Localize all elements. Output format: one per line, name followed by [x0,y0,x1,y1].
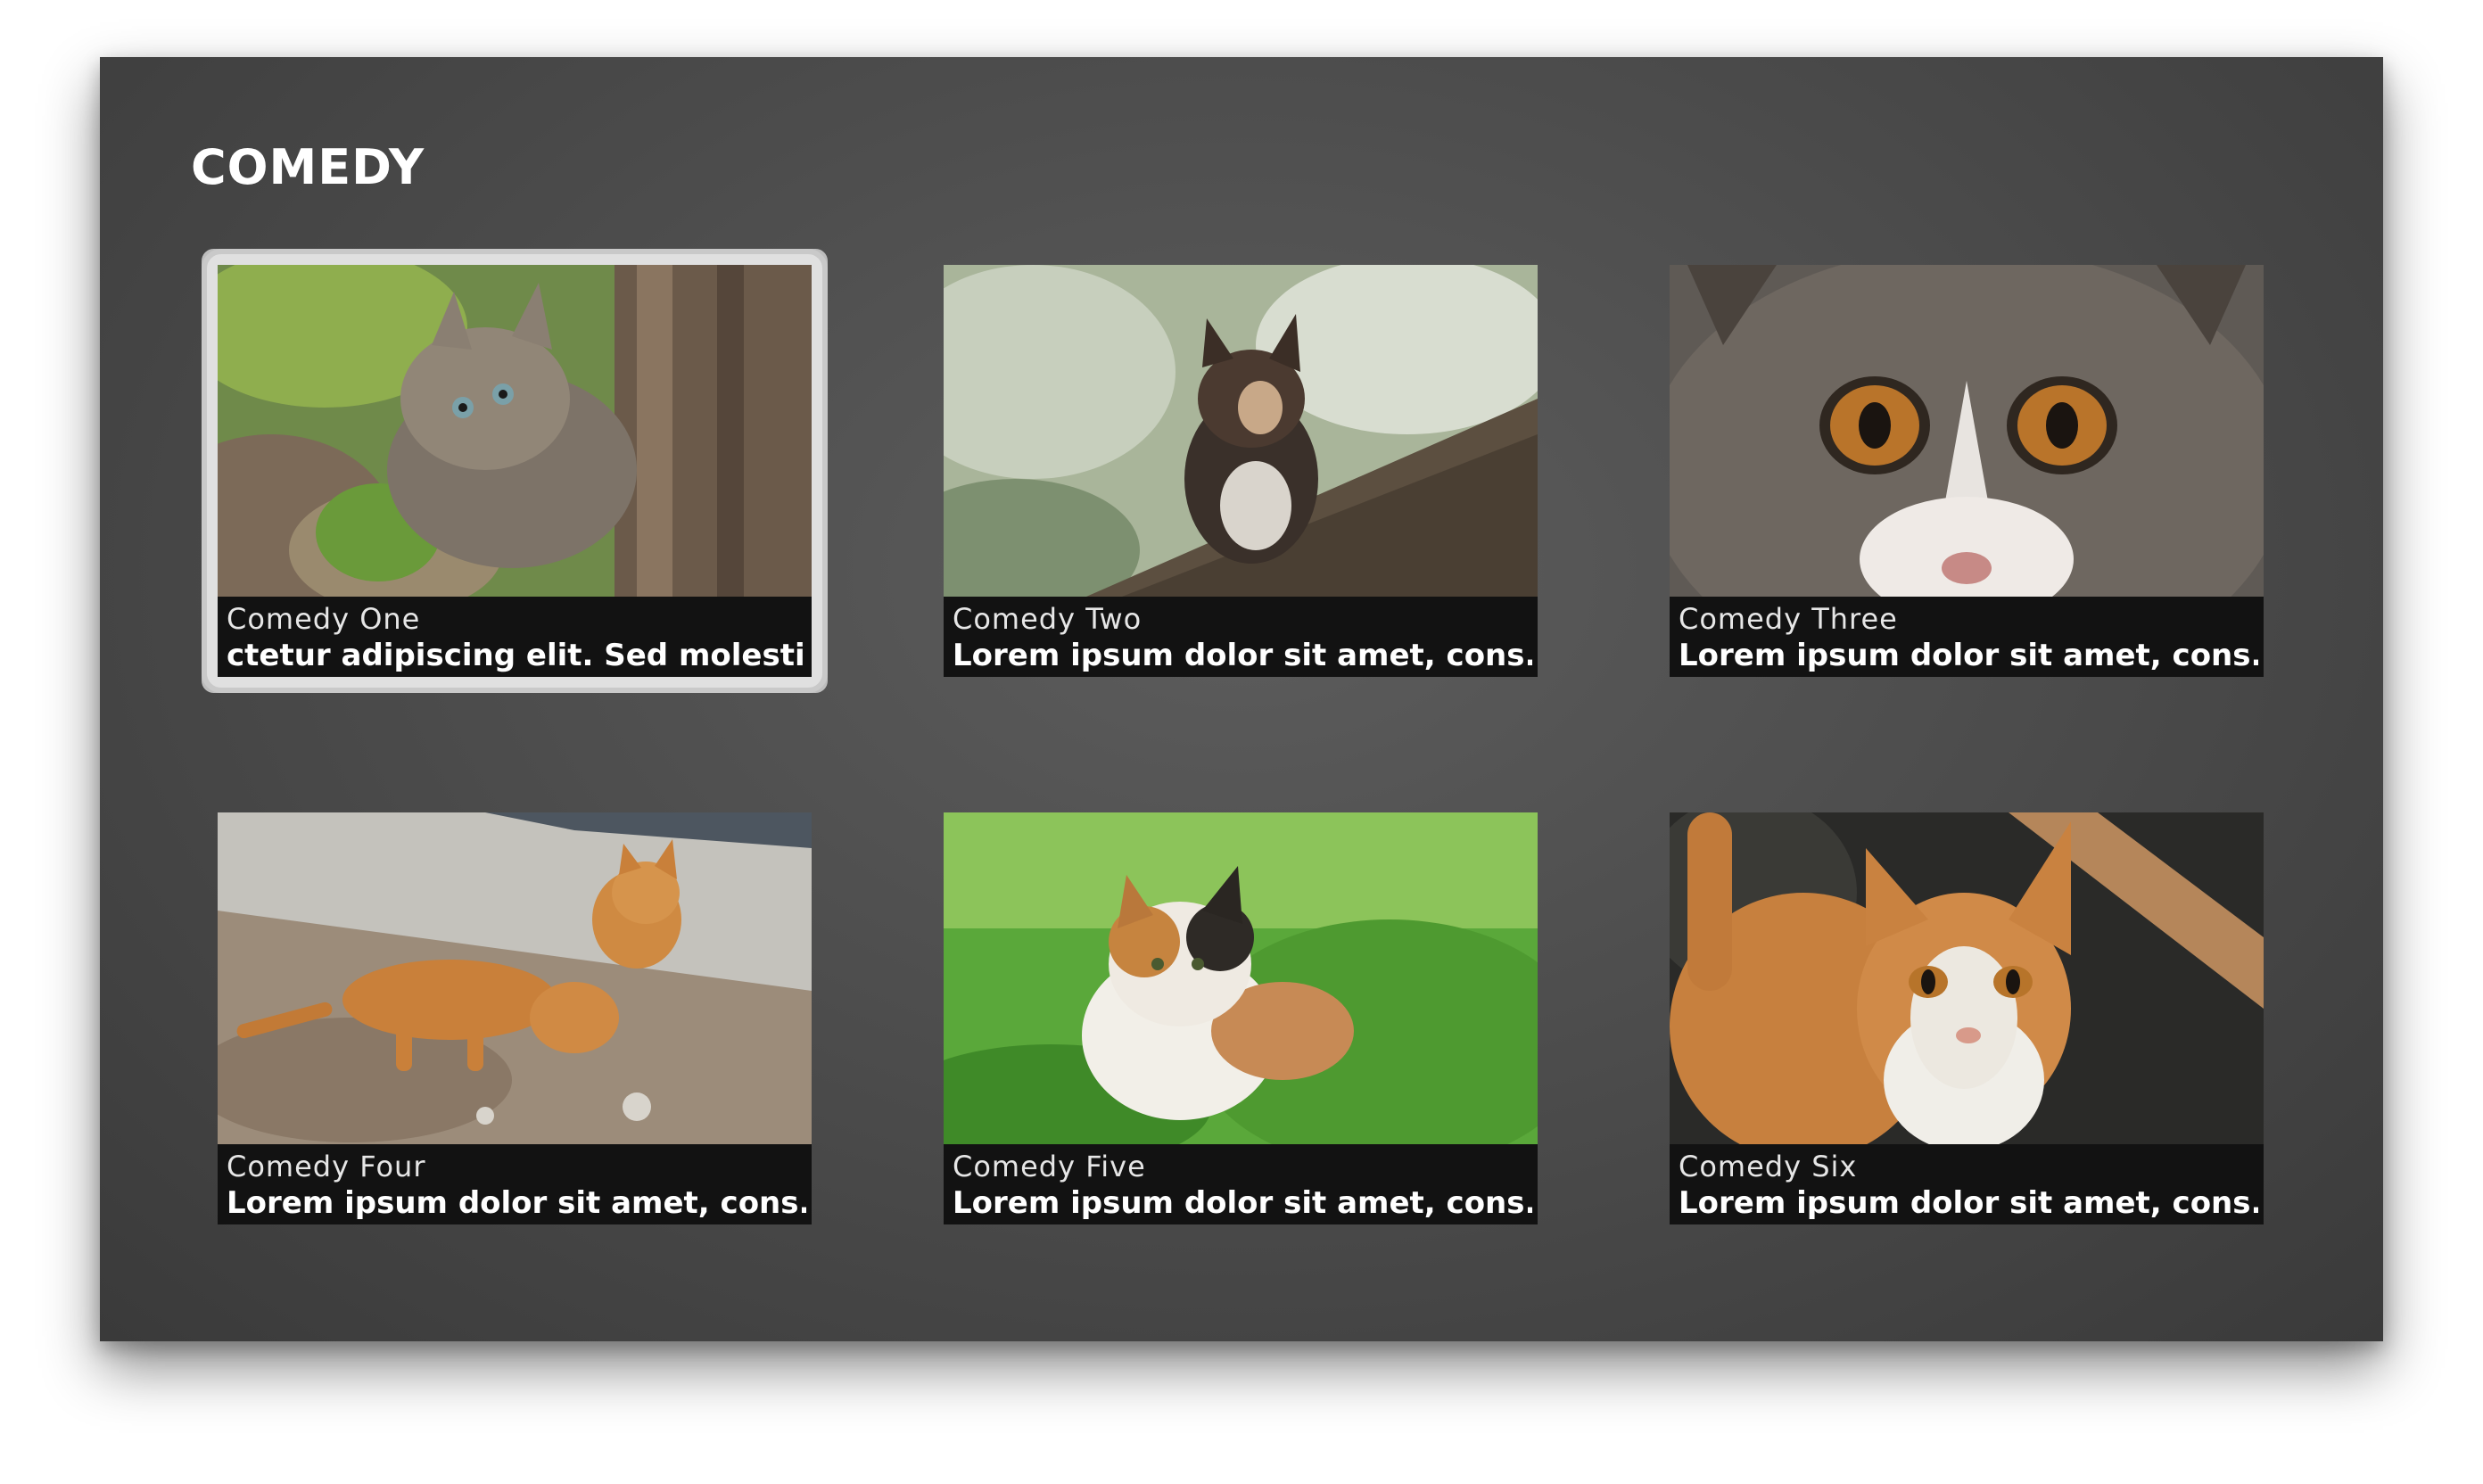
kitten-behind-tree-photo [218,265,812,597]
tile-description: Lorem ipsum dolor sit amet, cons... [1679,1185,2258,1221]
calico-cat-grass-photo [944,812,1538,1144]
tile-title: Comedy Five [953,1150,1146,1183]
caption: Comedy Six Lorem ipsum dolor sit amet, c… [1670,1144,2264,1224]
thumbnail [944,265,1538,597]
tile-comedy-two[interactable]: Comedy Two Lorem ipsum dolor sit amet, c… [944,265,1538,677]
tile-comedy-one[interactable]: Comedy One ctetur adipiscing elit. Sed m… [202,249,828,693]
tile-description: Lorem ipsum dolor sit amet, cons... [1679,638,2258,673]
orange-kittens-photo [218,812,812,1144]
thumbnail [1670,265,2264,597]
caption: Comedy Three Lorem ipsum dolor sit amet,… [1670,597,2264,677]
tile-title: Comedy Six [1679,1150,1858,1183]
tile-comedy-five[interactable]: Comedy Five Lorem ipsum dolor sit amet, … [944,812,1538,1224]
thumbnail [1670,812,2264,1144]
tile-comedy-four[interactable]: Comedy Four Lorem ipsum dolor sit amet, … [218,812,812,1224]
caption: Comedy Two Lorem ipsum dolor sit amet, c… [944,597,1538,677]
thumbnail [944,812,1538,1144]
screen: COMEDY Comedy One ctetur adipiscing elit… [100,57,2383,1341]
tile-description: Lorem ipsum dolor sit amet, cons... [953,638,1532,673]
tile-title: Comedy Four [227,1150,426,1183]
tile-description: Lorem ipsum dolor sit amet, cons... [953,1185,1532,1221]
cat-face-closeup-photo [1670,265,2264,597]
caption: Comedy One ctetur adipiscing elit. Sed m… [218,597,812,677]
tile-comedy-three[interactable]: Comedy Three Lorem ipsum dolor sit amet,… [1670,265,2264,677]
orange-white-cat-photo [1670,812,2264,1144]
page-title: COMEDY [191,139,425,195]
tile-description: Lorem ipsum dolor sit amet, cons... [227,1185,806,1221]
tile-title: Comedy Three [1679,602,1898,636]
thumbnail [218,812,812,1144]
tile-title: Comedy Two [953,602,1143,636]
tile-comedy-six[interactable]: Comedy Six Lorem ipsum dolor sit amet, c… [1670,812,2264,1224]
cat-on-roof-photo [944,265,1538,597]
tile-title: Comedy One [227,602,421,636]
thumbnail [218,265,812,597]
tile-description: ctetur adipiscing elit. Sed molestie v [227,638,806,673]
caption: Comedy Four Lorem ipsum dolor sit amet, … [218,1144,812,1224]
caption: Comedy Five Lorem ipsum dolor sit amet, … [944,1144,1538,1224]
